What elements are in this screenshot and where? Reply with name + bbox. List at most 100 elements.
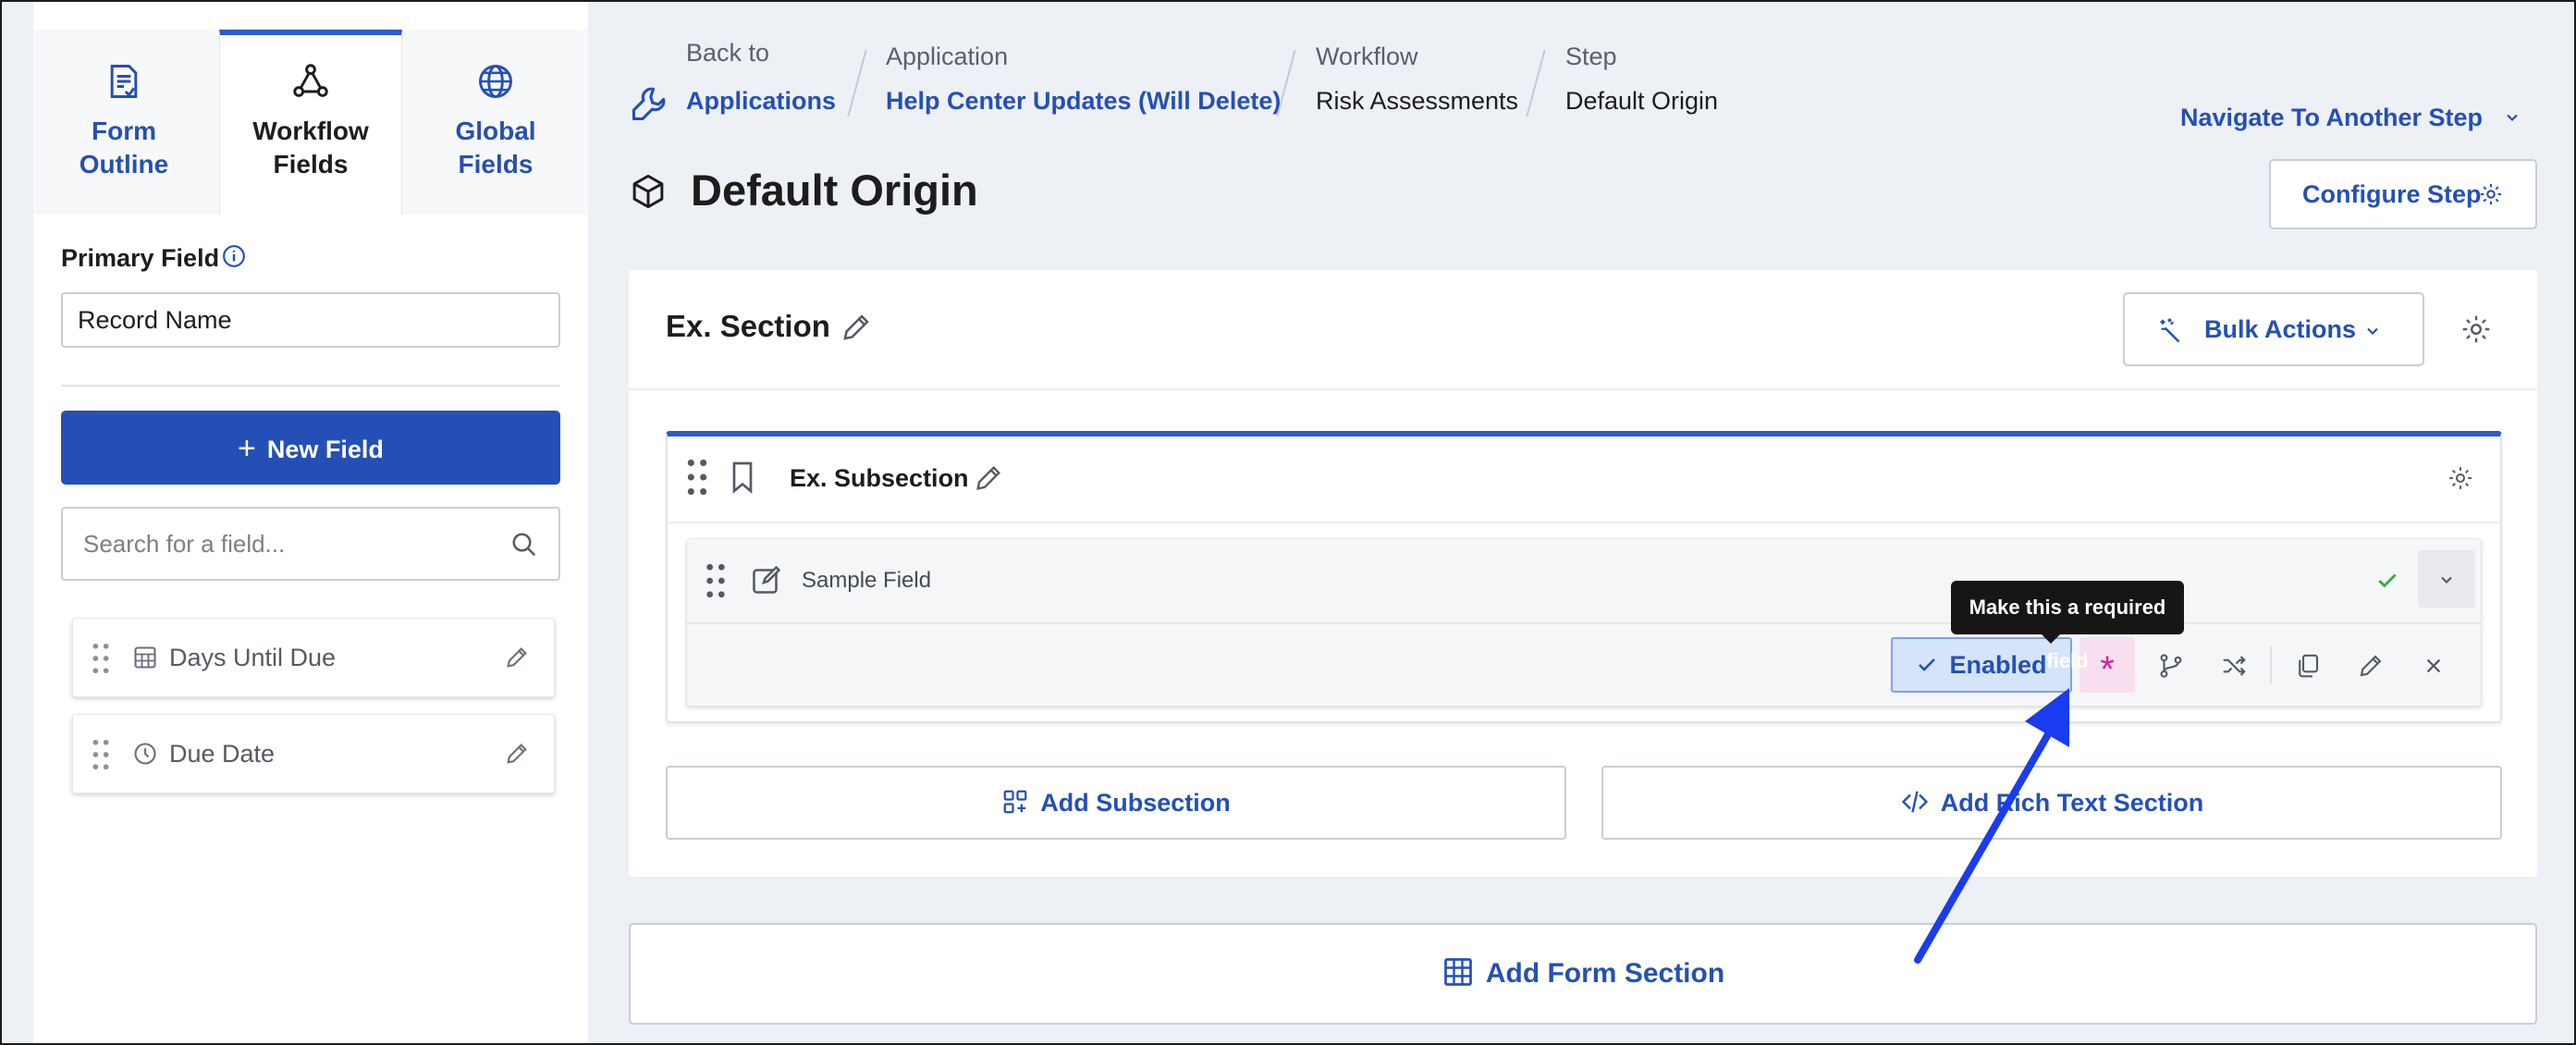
workflow-icon [293,64,328,97]
plus-icon: + [238,431,256,466]
tab-workflow-fields[interactable]: Workflow Fields [219,30,402,215]
check-icon [2378,573,2397,588]
check-icon [1919,658,1936,671]
breadcrumb-separator [1526,50,1546,117]
toolbar-divider [2270,646,2272,683]
tab-label-line2: Fields [458,150,534,178]
field-card-due-date[interactable]: Due Date [72,714,555,793]
chevron-down-icon [2441,576,2452,584]
form-section: Ex. Section Bulk Actions Ex. Subsection … [629,270,2537,877]
tab-label-line1: Workflow [252,117,369,145]
chevron-down-icon [2506,114,2518,121]
pencil-icon[interactable] [973,462,1004,494]
table-icon [1443,958,1472,986]
enabled-toggle-button[interactable]: Enabled [1891,637,2072,693]
configure-step-label: Configure Step [2302,180,2482,208]
info-icon[interactable] [222,244,246,268]
gear-icon [2480,183,2502,205]
navigate-step-label: Navigate To Another Step [2180,104,2484,131]
breadcrumb-back-label: Back to [686,39,770,67]
configure-step-button[interactable]: Configure Step [2269,159,2537,229]
magic-wand-icon [2160,318,2180,343]
field-card-name: Due Date [169,740,276,768]
field-card-name: Days Until Due [169,644,337,671]
pencil-icon[interactable] [504,645,530,670]
form-outline-icon [110,65,138,98]
pencil-icon[interactable] [504,741,530,767]
field-search-input[interactable]: Search for a field... [61,507,560,581]
bookmark-icon[interactable] [729,461,756,494]
required-field-tooltip: Make this a required field [1951,581,2184,672]
breadcrumb-step-label: Step [1565,43,1617,70]
branch-icon[interactable] [2157,652,2185,680]
chevron-down-icon [2367,327,2378,336]
pencil-icon[interactable] [2357,652,2385,680]
add-form-section-button[interactable]: Add Form Section [629,923,2537,1025]
primary-field-input[interactable]: Record Name [61,292,560,348]
enabled-label: Enabled [1949,651,2047,679]
breadcrumb-application-link[interactable]: Help Center Updates (Will Delete) [886,87,1281,116]
tab-global-fields[interactable]: Global Fields [405,30,586,215]
add-form-section-label: Add Form Section [1485,958,1725,989]
globe-icon [479,65,512,98]
page-title: Default Origin [691,166,978,215]
bulk-actions-label: Bulk Actions [2204,315,2357,343]
search-icon [512,533,536,557]
subsection: Ex. Subsection Sample Field Enabled * [666,431,2502,723]
tab-form-outline[interactable]: Form Outline [33,30,215,215]
new-field-button[interactable]: + New Field [61,411,560,485]
asterisk-icon: * [2100,649,2115,690]
gear-icon[interactable] [2459,313,2493,346]
divider [61,385,560,387]
add-subsection-label: Add Subsection [1040,789,1231,817]
expand-field-button[interactable] [2418,550,2475,608]
clock-icon [134,743,156,765]
app-frame: Form Outline Workflow Fields Global Fiel… [0,0,2576,1045]
drag-handle-icon[interactable] [92,739,110,770]
breadcrumb-application-label: Application [886,43,1009,70]
close-icon[interactable] [2423,656,2444,676]
calculator-icon [134,646,156,669]
tab-label-line1: Form [92,117,156,145]
navigate-step-dropdown[interactable]: Navigate To Another Step [2180,104,2521,132]
tab-label-line1: Global [455,117,536,145]
tab-label-line2: Fields [273,150,349,178]
drag-handle-icon[interactable] [705,563,726,598]
add-subsection-button[interactable]: Add Subsection [666,766,1566,840]
frame-gutter [2,2,33,1043]
add-rich-text-section-button[interactable]: Add Rich Text Section [1601,766,2502,840]
breadcrumb-separator [847,50,867,117]
subsection-divider [668,522,2500,523]
breadcrumb-step-value: Default Origin [1565,87,1719,115]
breadcrumb-separator [1276,50,1296,117]
section-title: Ex. Section [666,309,830,343]
subsection-title: Ex. Subsection [790,464,969,492]
cube-icon [632,174,664,209]
shuffle-icon[interactable] [2220,652,2248,680]
section-divider [629,388,2537,390]
field-row-sample: Sample Field Enabled * [686,538,2482,707]
drag-handle-icon[interactable] [92,643,110,674]
wrench-icon [632,87,666,121]
new-field-label: New Field [266,436,384,463]
edit-field-icon [753,565,781,594]
copy-icon[interactable] [2294,652,2322,680]
add-rich-text-label: Add Rich Text Section [1940,789,2204,817]
field-card-days-until-due[interactable]: Days Until Due [72,618,555,697]
drag-handle-icon[interactable] [686,459,708,496]
code-icon [1901,791,1928,813]
search-placeholder: Search for a field... [83,530,286,558]
primary-field-label: Primary Field [61,244,220,272]
field-row-header: Sample Field [687,539,2481,624]
breadcrumb-applications-link[interactable]: Applications [686,87,836,116]
add-grid-icon [1003,790,1027,814]
gear-icon[interactable] [2447,464,2474,492]
bulk-actions-dropdown[interactable]: Bulk Actions [2123,292,2424,366]
tab-label-line2: Outline [79,150,169,178]
field-name: Sample Field [802,568,932,593]
field-row-toolbar: Enabled * [687,624,2481,706]
breadcrumb-workflow-value: Risk Assessments [1316,87,1519,115]
sidebar: Form Outline Workflow Fields Global Fiel… [33,2,588,1043]
breadcrumb-workflow-label: Workflow [1316,43,1418,70]
pencil-icon[interactable] [840,311,873,344]
